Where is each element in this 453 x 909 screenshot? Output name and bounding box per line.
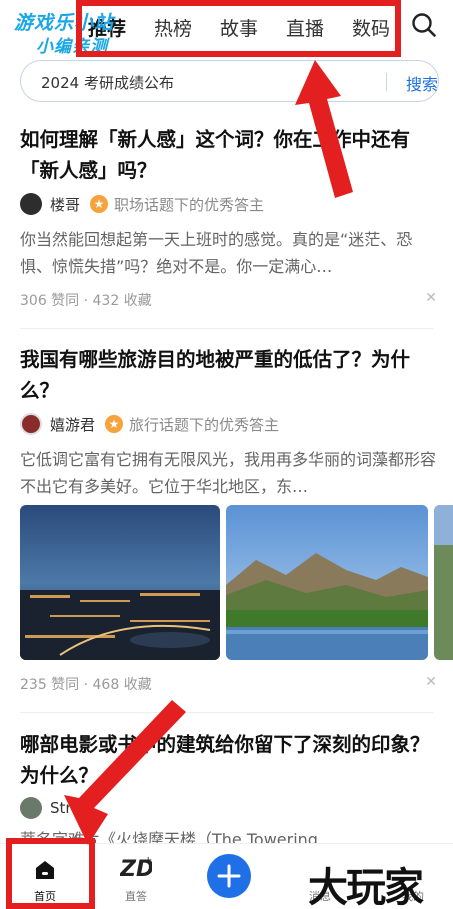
card-author[interactable]: 楼哥 ★ 职场话题下的优秀答主 (20, 192, 264, 216)
plus-icon (217, 864, 241, 888)
card-stats: 235 赞同 · 468 收藏 (20, 677, 152, 693)
card-title[interactable]: 我国有哪些旅游目的地被严重的低估了？为什么？ (20, 344, 440, 406)
star-badge-icon: ★ (105, 415, 124, 433)
search-button[interactable]: 搜索 (406, 71, 438, 95)
card-author[interactable]: 嬉游君 ★ 旅行话题下的优秀答主 (20, 412, 279, 436)
author-name[interactable]: 楼哥 (50, 194, 80, 215)
author-badge-desc: 职场话题下的优秀答主 (114, 195, 265, 214)
card-excerpt[interactable]: 它低调它富有它拥有无限风光，我用再多华丽的词藻都形容不出它有多美好。它位于华北地… (20, 446, 436, 500)
red-arrow-up-icon (295, 60, 353, 198)
mountain-lake-image[interactable] (226, 505, 428, 660)
card-stats: 306 赞同 · 432 收藏 (20, 293, 152, 309)
search-icon[interactable] (411, 12, 437, 38)
card-title[interactable]: 如何理解「新人感」这个词？你在工作中还有「新人感」吗？ (20, 124, 440, 186)
partial-image[interactable] (434, 505, 453, 660)
dismiss-icon[interactable]: ✕ (425, 674, 437, 690)
divider (20, 328, 433, 329)
corner-watermark-text: 大玩家 (308, 865, 424, 909)
nav-zhida[interactable]: ZD + 直答 (106, 844, 166, 909)
svg-text:+: + (144, 855, 152, 866)
avatar[interactable] (20, 193, 42, 215)
zhida-icon: ZD + (120, 855, 152, 880)
search-divider (386, 73, 387, 91)
avatar[interactable] (20, 413, 42, 435)
nav-zhida-label: 直答 (125, 890, 147, 903)
dismiss-icon[interactable]: ✕ (425, 290, 437, 306)
highlight-box-home (6, 838, 95, 909)
author-badge-desc: 旅行话题下的优秀答主 (129, 415, 280, 434)
avatar[interactable] (20, 797, 42, 819)
red-arrow-down-icon (64, 700, 186, 845)
create-post-button[interactable] (207, 854, 251, 898)
search-input[interactable]: 2024 考研成绩公布 搜索 (20, 60, 439, 102)
night-city-image[interactable] (20, 505, 220, 660)
author-name[interactable]: 嬉游君 (50, 414, 95, 435)
star-badge-icon: ★ (90, 195, 109, 213)
card-excerpt[interactable]: 你当然能回想起第一天上班时的感觉。真的是“迷茫、恐惧、惊慌失措”吗？绝对不是。你… (20, 226, 436, 280)
search-query-text: 2024 考研成绩公布 (41, 74, 174, 92)
highlight-box-tabs (76, 0, 401, 57)
